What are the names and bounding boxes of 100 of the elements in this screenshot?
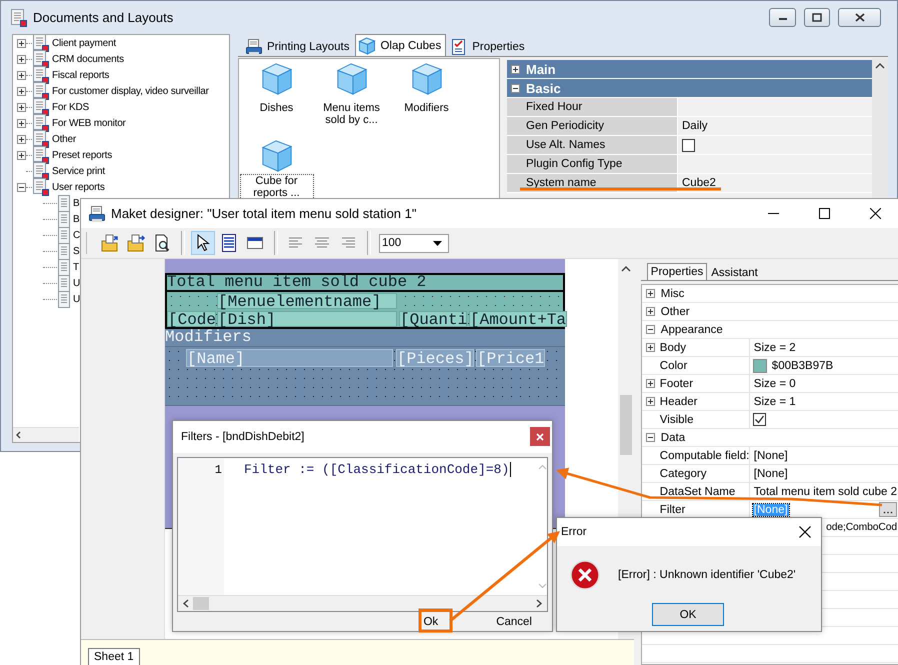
cube-item[interactable]: Menu items sold by c... — [314, 101, 388, 127]
close-icon — [536, 432, 544, 441]
zoom-combo[interactable]: 100 — [379, 234, 449, 252]
scroll-thumb[interactable] — [620, 395, 632, 455]
expand-toggle[interactable] — [17, 38, 26, 48]
property-value: Daily — [682, 120, 708, 132]
expand-toggle[interactable] — [17, 118, 26, 128]
expand-toggle[interactable] — [646, 343, 655, 352]
property-value[interactable]: Size = 2 — [752, 342, 797, 354]
cube-item[interactable]: Dishes — [240, 101, 314, 115]
scrollbar[interactable] — [13, 427, 79, 442]
tree-item[interactable]: B — [73, 214, 80, 224]
property-value[interactable]: Size = 0 — [752, 378, 797, 390]
property-value[interactable]: [None] — [752, 450, 789, 462]
cube-item[interactable]: Modifiers — [390, 101, 464, 115]
data-field[interactable]: [Quanti — [399, 311, 467, 327]
document-icon — [58, 194, 70, 212]
document-icon — [58, 210, 70, 228]
expand-toggle[interactable] — [17, 70, 26, 80]
expand-toggle[interactable] — [646, 325, 655, 334]
tab[interactable]: Assistant — [707, 264, 762, 280]
minimize-button[interactable] — [769, 8, 796, 27]
tab[interactable]: Properties — [447, 36, 530, 56]
checkbox[interactable] — [682, 138, 695, 152]
band-title: Modifiers — [165, 328, 252, 346]
data-field[interactable]: [Dish] — [217, 311, 397, 327]
window-icon — [10, 8, 27, 26]
property-label: Header — [660, 396, 698, 408]
property-value[interactable]: Total menu item sold cube 2 — [752, 486, 898, 498]
sheet-tab[interactable]: Sheet 1 — [88, 648, 140, 665]
property-label: Category — [660, 468, 706, 480]
tree-item[interactable]: For customer display, video surveillar — [52, 86, 209, 96]
tree-item[interactable]: T — [73, 262, 79, 272]
pointer-icon[interactable] — [191, 231, 215, 255]
dropdown-arrow-icon — [433, 240, 442, 246]
document-icon — [58, 274, 70, 292]
close-icon — [870, 208, 880, 219]
expand-toggle[interactable] — [646, 433, 655, 442]
scrollbar[interactable] — [872, 58, 888, 199]
expand-toggle[interactable] — [511, 64, 520, 74]
maximize-button[interactable] — [804, 8, 830, 27]
scrollbar[interactable] — [178, 595, 547, 612]
property-value[interactable]: [None] — [752, 468, 789, 480]
data-field[interactable]: [Amount+Ta — [469, 311, 567, 327]
property-label: DataSet Name — [660, 486, 736, 498]
cube-icon — [334, 62, 368, 96]
code-editor[interactable]: 1 Filter := ([ClassificationCode]=8) — [177, 456, 548, 612]
tree-item[interactable]: User reports — [52, 182, 105, 192]
ok-button[interactable]: OK — [652, 603, 724, 626]
tree-item[interactable]: Preset reports — [52, 150, 112, 160]
tree-item[interactable]: C — [73, 230, 80, 240]
property-label: System name — [526, 177, 596, 189]
tab[interactable]: Olap Cubes — [355, 34, 446, 56]
scroll-thumb[interactable] — [193, 597, 209, 610]
error-message: [Error] : Unknown identifier 'Cube2' — [618, 569, 796, 581]
property-value[interactable]: ode;ComboCod — [825, 522, 898, 533]
expand-toggle[interactable] — [17, 54, 26, 64]
tab[interactable]: Properties — [646, 263, 708, 280]
tree-item[interactable]: U — [73, 294, 80, 304]
expand-toggle[interactable] — [17, 134, 26, 144]
expand-toggle[interactable] — [646, 307, 655, 316]
tree-item[interactable]: For KDS — [52, 102, 89, 112]
ok-button[interactable]: Ok — [419, 613, 442, 630]
tree-item[interactable]: S — [73, 246, 80, 256]
tree-item[interactable]: Client payment — [52, 38, 116, 48]
section-label: Appearance — [660, 324, 723, 336]
expand-toggle[interactable] — [17, 182, 26, 192]
scroll-right-icon — [536, 599, 543, 608]
expand-toggle[interactable] — [511, 84, 520, 92]
close-button[interactable] — [838, 8, 881, 27]
tab[interactable]: Printing Layouts — [242, 36, 354, 56]
expand-toggle[interactable] — [17, 86, 26, 96]
cube-icon — [410, 62, 444, 96]
scroll-up-icon — [620, 265, 631, 272]
property-label: Fixed Hour — [526, 101, 582, 113]
ellipsis-icon — [883, 511, 893, 514]
data-field[interactable]: [Code — [167, 311, 216, 327]
tree-item[interactable]: Other — [52, 134, 76, 144]
error-icon — [570, 560, 600, 590]
data-field[interactable]: [Menuelementname] — [217, 293, 397, 309]
cancel-button[interactable]: Cancel — [492, 613, 536, 630]
tree-item[interactable]: Service print — [52, 166, 105, 176]
cube-icon — [260, 62, 294, 96]
property-value[interactable]: Size = 1 — [752, 396, 797, 408]
tree-item[interactable]: For WEB monitor — [52, 118, 126, 128]
expand-toggle[interactable] — [17, 102, 26, 112]
tree-item[interactable]: U — [73, 278, 80, 288]
tree-item[interactable]: Fiscal reports — [52, 70, 110, 80]
expand-toggle[interactable] — [646, 397, 655, 406]
document-icon — [58, 258, 70, 276]
property-value[interactable]: $00B3B97B — [770, 360, 834, 372]
expand-toggle[interactable] — [646, 379, 655, 388]
text-cursor — [510, 462, 512, 478]
scroll-left-icon — [182, 599, 189, 608]
tree-item[interactable]: CRM documents — [52, 54, 124, 64]
expand-toggle[interactable] — [646, 289, 655, 298]
tree-item[interactable]: B — [73, 198, 80, 208]
dialog-title: Error — [561, 526, 587, 538]
expand-toggle[interactable] — [17, 150, 26, 160]
checkbox[interactable] — [752, 413, 766, 426]
